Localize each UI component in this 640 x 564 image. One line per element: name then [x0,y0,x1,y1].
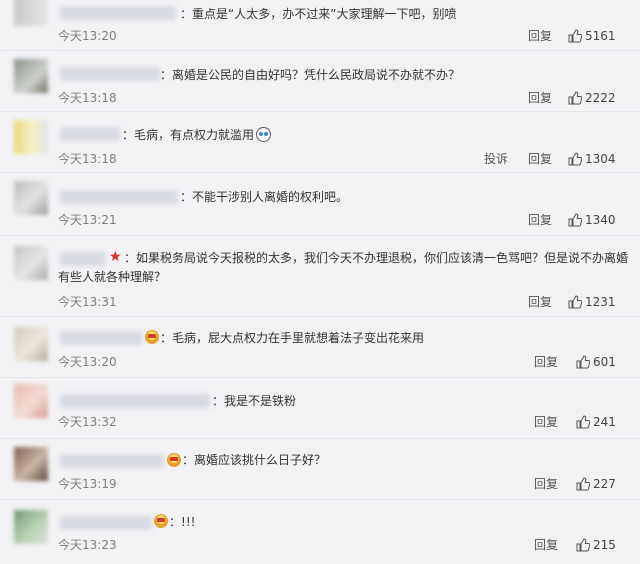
reply-button[interactable]: 回复 [534,355,558,369]
like-button[interactable]: 215 [576,538,616,552]
like-count: 601 [593,355,616,369]
avatar[interactable] [14,246,48,280]
like-count: 1340 [585,213,616,227]
like-count: 5161 [585,29,616,43]
thumbs-up-icon [576,415,590,429]
reply-button[interactable]: 回复 [528,91,552,105]
avatar[interactable] [14,447,48,481]
comment-time: 今天13:19 [58,477,117,491]
shocked-emoji-icon [256,127,272,142]
comment-item: ：重点是“人太多，办不过来”大家理解一下吧，别喷 今天13:20 回复 5161 [0,0,640,51]
comment-text: ：我是不是铁粉 [212,394,297,408]
like-button[interactable]: 1231 [568,295,616,309]
thumbs-up-icon [576,538,590,552]
avatar[interactable] [14,384,48,418]
reply-button[interactable]: 回复 [528,295,552,309]
like-button[interactable]: 1340 [568,213,616,227]
comment-time: 今天13:18 [58,152,117,166]
comment-time: 今天13:23 [58,538,117,552]
like-count: 1304 [585,152,616,166]
username[interactable] [60,67,160,81]
username[interactable] [60,394,210,408]
comment-text: ：不能干涉别人离婚的权利吧。 [180,190,349,204]
like-count: 1231 [585,295,616,309]
comment-list: ：重点是“人太多，办不过来”大家理解一下吧，别喷 今天13:20 回复 5161… [0,0,640,564]
like-button[interactable]: 5161 [568,29,616,43]
like-count: 2222 [585,91,616,105]
comment-item: ：离婚是公民的自由好吗？凭什么民政局说不办就不办？ 今天13:18 回复 222… [0,51,640,112]
comment-item: ：毛病，有点权力就滥用 今天13:18 投诉 回复 1304 [0,112,640,173]
thumbs-up-icon [568,152,582,166]
comment-time: 今天13:20 [58,355,117,369]
avatar[interactable] [14,327,48,361]
comment-item: ★ ：如果税务局说今天报税的太多，我们今天不办理退税，你们应该清一色骂吧？但是说… [0,236,640,317]
comment-text: ：离婚应该挑什么日子好？ [182,453,327,467]
like-button[interactable]: 227 [576,477,616,491]
comment-time: 今天13:31 [58,295,117,309]
like-count: 227 [593,477,616,491]
fan-badge-icon [154,514,168,528]
thumbs-up-icon [576,477,590,491]
like-button[interactable]: 241 [576,415,616,429]
fan-badge-icon [167,453,181,467]
comment-time: 今天13:21 [58,213,117,227]
reply-button[interactable]: 回复 [534,538,558,552]
comment-text-continued: 有些人就各种理解？ [58,270,167,284]
star-icon: ★ [109,249,122,265]
comment-time: 今天13:20 [58,29,117,43]
reply-button[interactable]: 回复 [528,29,552,43]
like-button[interactable]: 2222 [568,91,616,105]
comment-item: ：不能干涉别人离婚的权利吧。 今天13:21 回复 1340 [0,173,640,236]
avatar[interactable] [14,59,48,93]
like-count: 241 [593,415,616,429]
comment-text: ：离婚是公民的自由好吗？凭什么民政局说不办就不办？ [160,68,461,82]
report-button[interactable]: 投诉 [484,152,508,166]
avatar[interactable] [14,0,48,26]
thumbs-up-icon [576,355,590,369]
comment-item: ：我是不是铁粉 今天13:32 回复 241 [0,378,640,439]
comment-item: ：毛病，屁大点权力在手里就想着法子变出花来用 今天13:20 回复 601 [0,317,640,378]
avatar[interactable] [14,510,48,544]
avatar[interactable] [14,181,48,215]
thumbs-up-icon [568,91,582,105]
comment-text: ：毛病，有点权力就滥用 [122,125,272,145]
thumbs-up-icon [568,213,582,227]
reply-button[interactable]: 回复 [534,477,558,491]
username[interactable] [60,127,120,141]
comment-time: 今天13:32 [58,415,117,429]
username[interactable] [60,516,152,530]
fan-badge-icon [145,330,159,344]
like-count: 215 [593,538,616,552]
comment-text: ：重点是“人太多，办不过来”大家理解一下吧，别喷 [180,7,457,21]
username[interactable] [60,252,106,266]
reply-button[interactable]: 回复 [534,415,558,429]
comment-time: 今天13:18 [58,91,117,105]
comment-text: ：!!! [169,515,196,529]
reply-button[interactable]: 回复 [528,213,552,227]
username[interactable] [60,6,176,20]
reply-button[interactable]: 回复 [528,152,552,166]
username[interactable] [60,331,142,345]
avatar[interactable] [14,120,48,154]
comment-item: ：离婚应该挑什么日子好？ 今天13:19 回复 227 [0,439,640,500]
username[interactable] [60,190,178,204]
thumbs-up-icon [568,29,582,43]
comment-item: ：!!! 今天13:23 回复 215 [0,500,640,564]
like-button[interactable]: 601 [576,355,616,369]
comment-text: ：如果税务局说今天报税的太多，我们今天不办理退税，你们应该清一色骂吧？但是说不办… [124,251,629,265]
username[interactable] [60,454,164,468]
comment-text: ：毛病，屁大点权力在手里就想着法子变出花来用 [160,331,425,345]
like-button[interactable]: 1304 [568,152,616,166]
thumbs-up-icon [568,295,582,309]
